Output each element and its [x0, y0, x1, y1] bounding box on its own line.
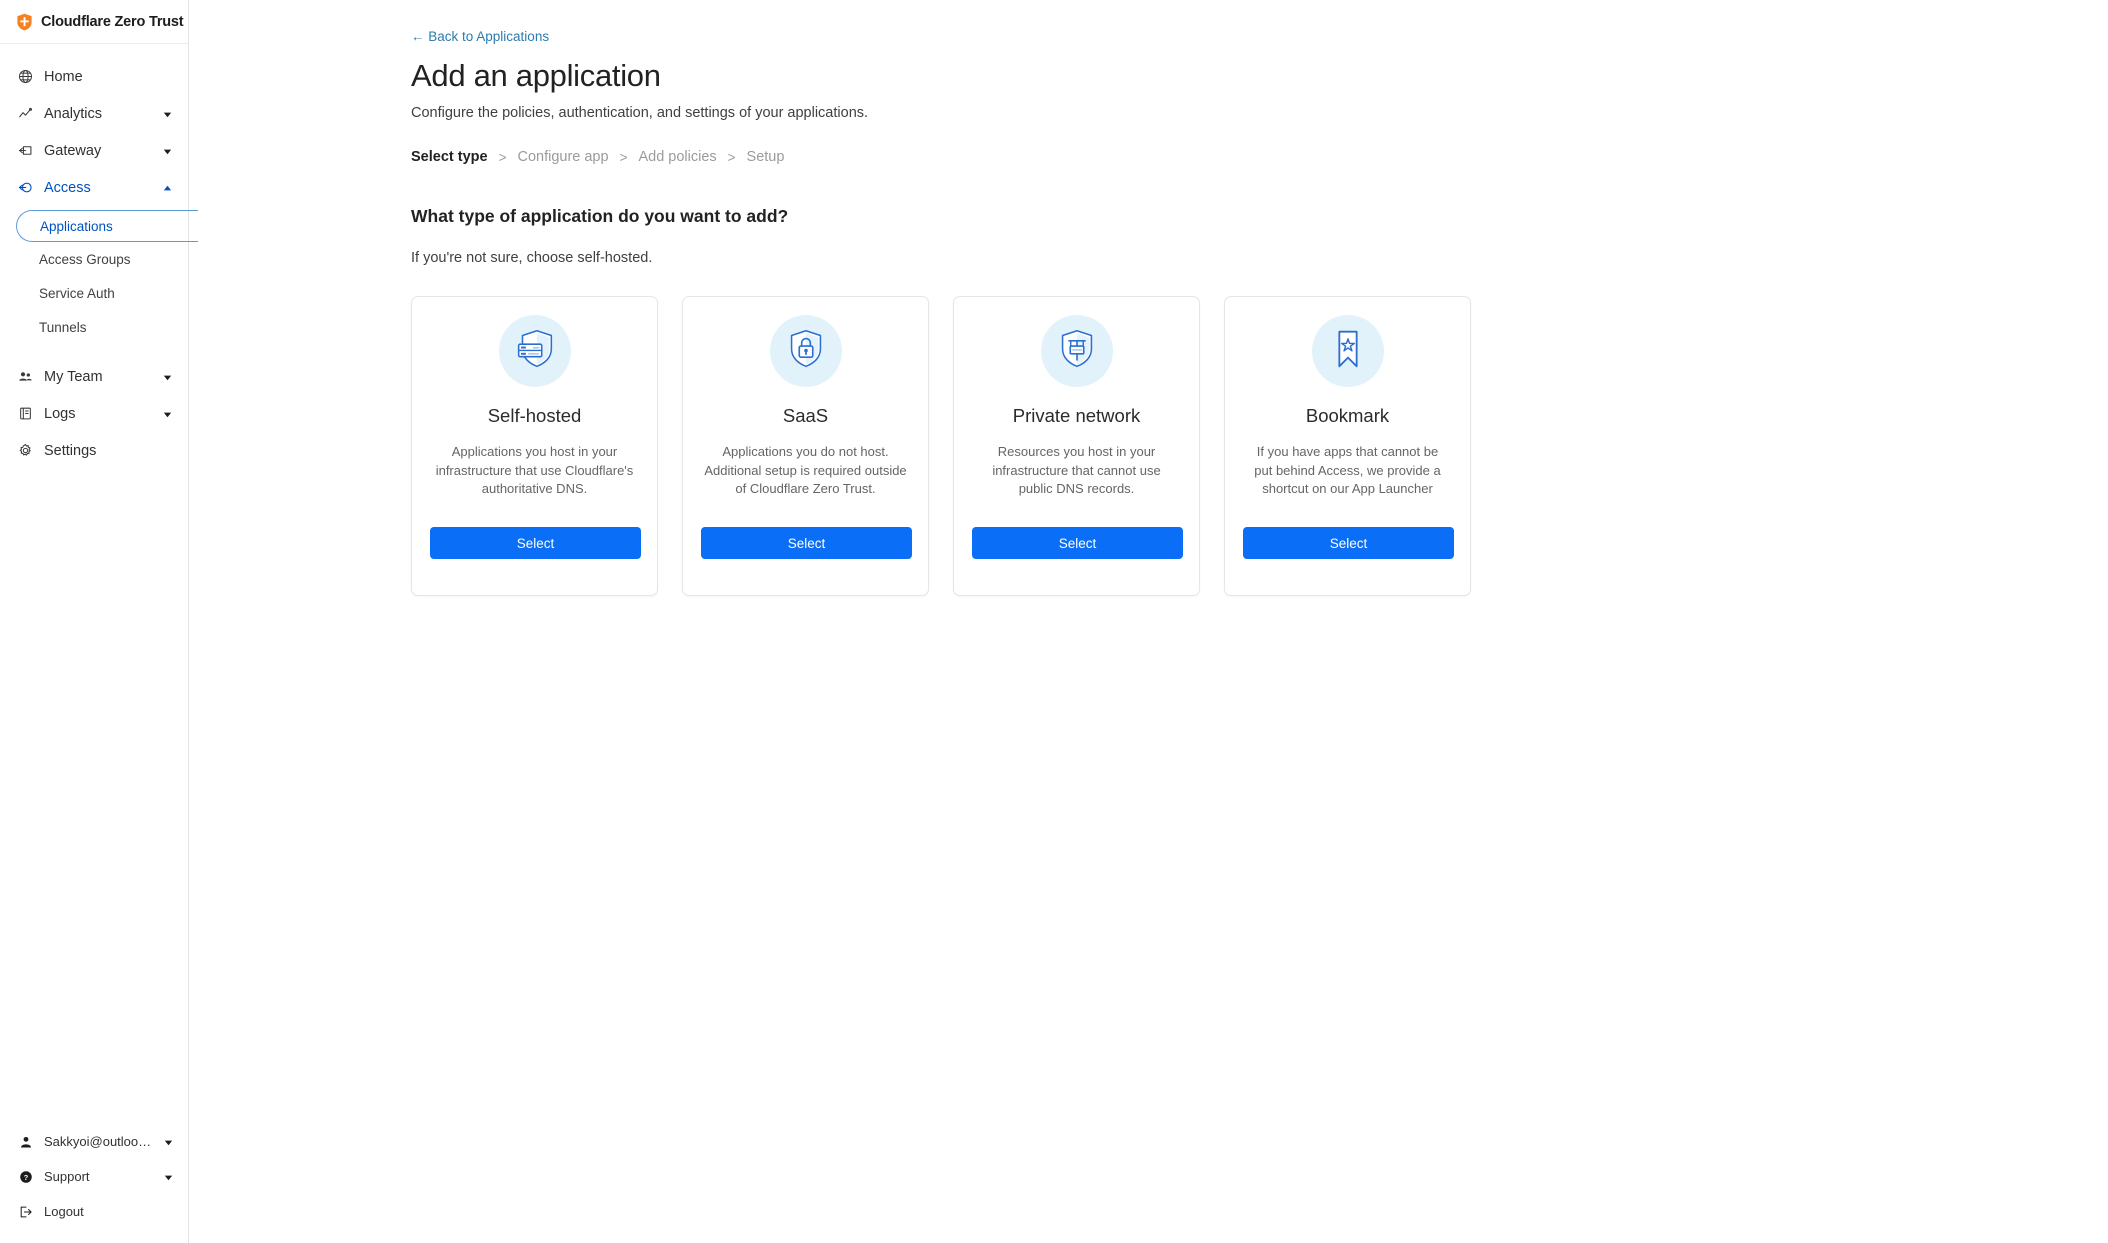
section-title: What type of application do you want to … — [411, 206, 789, 226]
sidebar-item-gateway[interactable]: Gateway — [0, 132, 188, 169]
sidebar-item-support[interactable]: ? Support — [0, 1159, 189, 1194]
breadcrumb-separator: > — [498, 149, 507, 165]
sidebar-item-settings[interactable]: Settings — [0, 432, 188, 469]
card-title: SaaS — [782, 405, 829, 426]
sidebar-subitem-label: Applications — [40, 218, 113, 234]
sidebar-subitem-label: Tunnels — [39, 319, 87, 335]
card-title: Bookmark — [1305, 405, 1390, 426]
sidebar-item-tunnels[interactable]: Tunnels — [0, 310, 188, 344]
select-button-bookmark[interactable]: Select — [1243, 527, 1454, 559]
select-button-saas[interactable]: Select — [701, 527, 912, 559]
logs-book-icon — [16, 404, 35, 423]
access-submenu: Applications Access Groups Service Auth … — [0, 206, 198, 344]
sidebar-item-service-auth[interactable]: Service Auth — [0, 276, 188, 310]
sidebar-item-logs[interactable]: Logs — [0, 395, 188, 432]
step-breadcrumb: Select type > Configure app > Add polici… — [411, 149, 2108, 165]
brand-name: Cloudflare Zero Trust — [41, 13, 184, 30]
chevron-down-icon[interactable] — [163, 1171, 175, 1183]
page-subtitle: Configure the policies, authentication, … — [411, 105, 869, 121]
page-title: Add an application — [411, 58, 661, 93]
chevron-down-icon[interactable] — [162, 371, 174, 383]
card-description: Applications you host in your infrastruc… — [435, 444, 634, 496]
breadcrumb-separator: > — [619, 149, 628, 165]
help-circle-icon: ? — [16, 1167, 35, 1186]
cloudflare-shield-icon — [16, 13, 33, 31]
sidebar-account-label: Sakkyoi@outlook.c... — [44, 1134, 156, 1149]
select-button-self-hosted[interactable]: Select — [430, 527, 641, 559]
chevron-down-icon[interactable] — [162, 145, 174, 157]
sidebar-item-label: Analytics — [44, 105, 103, 122]
access-arrow-circle-icon — [16, 178, 35, 197]
shield-lock-icon — [781, 324, 831, 379]
sidebar-footer: Sakkyoi@outlook.c... ? Support Logout — [0, 1124, 189, 1229]
sidebar-item-label: Settings — [44, 442, 97, 459]
shield-server-icon — [510, 324, 560, 379]
sidebar-item-applications[interactable]: Applications — [16, 210, 198, 242]
globe-icon — [16, 67, 35, 86]
step-add-policies[interactable]: Add policies — [638, 149, 716, 165]
main-content: ← Back to Applications Add an applicatio… — [189, 0, 2108, 1243]
gateway-arrow-box-icon — [16, 141, 35, 160]
step-setup[interactable]: Setup — [747, 149, 785, 165]
chevron-up-icon[interactable] — [162, 182, 174, 194]
card-description: If you have apps that cannot be put behi… — [1254, 444, 1441, 496]
card-icon-background — [769, 315, 842, 387]
card-description: Resources you host in your infrastructur… — [992, 444, 1161, 496]
card-icon-background — [498, 315, 571, 387]
sidebar-item-label: Home — [44, 68, 83, 85]
step-select-type[interactable]: Select type — [411, 149, 488, 165]
chevron-down-icon[interactable] — [162, 108, 174, 120]
chevron-down-icon[interactable] — [162, 408, 174, 420]
breadcrumb-separator: > — [727, 149, 736, 165]
card-title: Self-hosted — [487, 405, 582, 426]
sidebar-item-my-team[interactable]: My Team — [0, 358, 188, 395]
step-configure-app[interactable]: Configure app — [517, 149, 608, 165]
team-people-icon — [16, 367, 35, 386]
section-hint: If you're not sure, choose self-hosted. — [411, 250, 653, 266]
sidebar-item-label: Access — [44, 179, 91, 196]
svg-text:?: ? — [23, 1172, 28, 1181]
shield-network-icon — [1052, 324, 1102, 379]
sidebar-item-label: Support — [44, 1169, 90, 1184]
sidebar: Cloudflare Zero Trust Home Analytics Gat… — [0, 0, 198, 1243]
sidebar-nav: Home Analytics Gateway Access Applicatio… — [0, 44, 198, 469]
card-bookmark[interactable]: Bookmark If you have apps that cannot be… — [1224, 296, 1471, 596]
analytics-line-chart-icon — [16, 104, 35, 123]
application-type-card-list: Self-hosted Applications you host in you… — [411, 296, 2108, 596]
card-self-hosted[interactable]: Self-hosted Applications you host in you… — [411, 296, 658, 596]
card-private-network[interactable]: Private network Resources you host in yo… — [953, 296, 1200, 596]
back-to-applications-link[interactable]: ← Back to Applications — [411, 29, 549, 44]
sidebar-item-home[interactable]: Home — [0, 58, 188, 95]
sidebar-item-account[interactable]: Sakkyoi@outlook.c... — [0, 1124, 189, 1159]
card-description: Applications you do not host. Additional… — [704, 444, 907, 496]
sidebar-item-label: Logout — [44, 1204, 84, 1219]
sidebar-item-access-groups[interactable]: Access Groups — [0, 242, 188, 276]
chevron-down-icon[interactable] — [163, 1136, 175, 1148]
sidebar-item-logout[interactable]: Logout — [0, 1194, 189, 1229]
card-icon-background — [1311, 315, 1384, 387]
user-avatar-icon — [16, 1132, 35, 1151]
brand-header[interactable]: Cloudflare Zero Trust — [0, 0, 188, 44]
sidebar-subitem-label: Service Auth — [39, 285, 115, 301]
sidebar-item-label: My Team — [44, 368, 103, 385]
card-saas[interactable]: SaaS Applications you do not host. Addit… — [682, 296, 929, 596]
card-title: Private network — [1012, 405, 1141, 426]
sidebar-item-analytics[interactable]: Analytics — [0, 95, 188, 132]
app-root: Cloudflare Zero Trust Home Analytics Gat… — [0, 0, 2108, 1243]
sidebar-item-label: Logs — [44, 405, 76, 422]
sidebar-item-access[interactable]: Access — [0, 169, 188, 206]
select-button-private-network[interactable]: Select — [972, 527, 1183, 559]
sidebar-subitem-label: Access Groups — [39, 251, 131, 267]
bookmark-star-icon — [1323, 324, 1373, 379]
logout-arrow-icon — [16, 1202, 35, 1221]
sidebar-item-label: Gateway — [44, 142, 102, 159]
gear-icon — [16, 441, 35, 460]
card-icon-background — [1040, 315, 1113, 387]
